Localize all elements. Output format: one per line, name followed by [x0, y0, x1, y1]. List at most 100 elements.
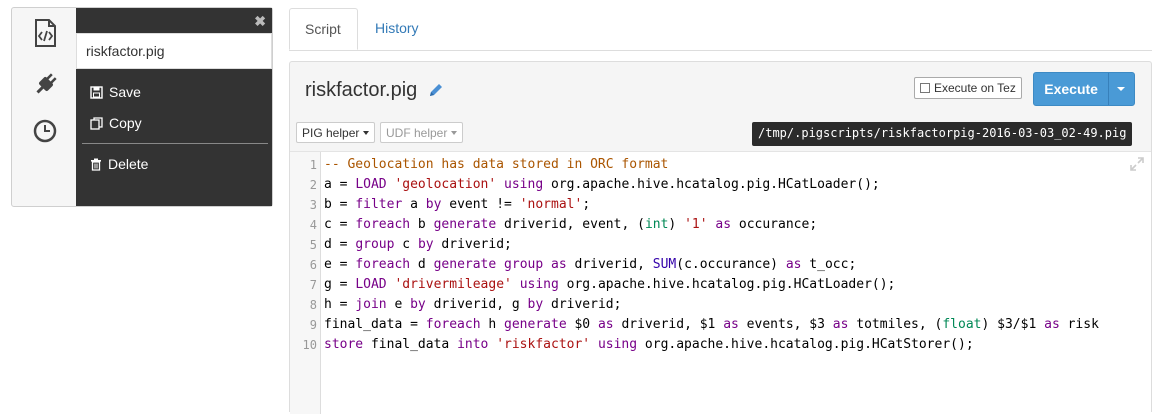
code-line[interactable]: h = join e by driverid, g by driverid;	[324, 295, 621, 315]
line-number: 2	[309, 178, 317, 192]
line-number: 8	[309, 298, 317, 312]
line-number: 7	[309, 278, 317, 292]
code-line[interactable]: store final_data into 'riskfactor' using…	[324, 335, 974, 355]
save-icon	[90, 85, 103, 99]
line-number: 10	[302, 338, 317, 352]
save-button[interactable]: Save	[90, 84, 141, 100]
copy-button[interactable]: Copy	[90, 115, 142, 131]
code-token: LOAD	[355, 277, 387, 292]
code-line[interactable]: e = foreach d generate group as driverid…	[324, 255, 856, 275]
code-token: generate	[433, 217, 497, 232]
file-actions-panel: ✖ riskfactor.pig Save Copy Delete	[76, 8, 272, 206]
line-number: 4	[309, 218, 317, 232]
execute-button-group: Execute	[1033, 72, 1135, 106]
code-token: as	[785, 257, 802, 272]
code-line[interactable]: d = group c by driverid;	[324, 235, 512, 255]
code-token: 'normal'	[519, 197, 583, 212]
code-token: as	[551, 257, 567, 272]
code-token: e	[386, 297, 411, 312]
code-token: org.apache.hive.hcatalog.pig.HCatStorer(…	[637, 337, 974, 352]
code-line[interactable]: g = LOAD 'drivermileage' using org.apach…	[324, 275, 895, 295]
code-token: group	[355, 237, 395, 252]
code-token: as	[1044, 317, 1060, 332]
code-line[interactable]: b = filter a by event != 'normal';	[324, 195, 590, 215]
plug-icon[interactable]	[32, 70, 58, 96]
code-token: a	[402, 197, 426, 212]
line-number: 9	[309, 318, 317, 332]
code-token: org.apache.hive.hcatalog.pig.HCatLoader(…	[558, 277, 896, 292]
code-token: event !=	[441, 197, 520, 212]
pencil-icon[interactable]	[428, 82, 444, 103]
code-token: int	[644, 217, 669, 232]
script-sidebar: ✖ riskfactor.pig Save Copy Delete	[11, 7, 273, 207]
fullscreen-expand-icon[interactable]	[1129, 156, 1145, 177]
delete-button[interactable]: Delete	[90, 156, 148, 172]
code-token: 'drivermileage'	[394, 277, 512, 292]
code-token: -- Geolocation has data stored in ORC fo…	[324, 157, 669, 172]
chevron-down-icon	[363, 130, 370, 135]
code-token: driverid, event, (	[496, 217, 645, 232]
execute-on-tez-checkbox[interactable]: Execute on Tez	[914, 77, 1022, 99]
code-token: driverid;	[543, 297, 622, 312]
code-token: events, $3	[738, 317, 833, 332]
execute-button[interactable]: Execute	[1034, 73, 1108, 105]
code-token: generate	[504, 317, 567, 332]
code-token: driverid,	[566, 257, 653, 272]
code-token: risk	[1059, 317, 1099, 332]
code-token: $0	[566, 317, 598, 332]
chevron-down-icon	[451, 130, 458, 135]
editor-tabs: Script History	[289, 8, 1152, 51]
code-line[interactable]: final_data = foreach h generate $0 as dr…	[324, 315, 1099, 335]
script-title: riskfactor.pig	[305, 79, 418, 101]
line-number: 3	[309, 198, 317, 212]
code-token: final_data =	[324, 317, 426, 332]
code-token: into	[457, 337, 489, 352]
code-token: float	[942, 317, 982, 332]
code-token: d =	[324, 237, 356, 252]
code-token: 'geolocation'	[394, 177, 497, 192]
code-token: as	[723, 317, 739, 332]
code-token: using	[519, 277, 559, 292]
line-number: 1	[309, 158, 317, 172]
code-editor[interactable]: 1 2 3 4 5 6 7 8 9 10 -- Geolocation has data stor…	[290, 151, 1151, 414]
udf-helper-label: UDF helper	[386, 125, 448, 140]
code-token: filter	[355, 197, 403, 212]
udf-helper-dropdown[interactable]: UDF helper	[380, 122, 464, 143]
code-token: totmiles, (	[848, 317, 943, 332]
execute-dropdown-toggle[interactable]	[1108, 73, 1134, 105]
code-line[interactable]: -- Geolocation has data stored in ORC fo…	[324, 155, 668, 175]
code-token: '1'	[684, 217, 708, 232]
code-token: d	[410, 257, 434, 272]
line-number: 5	[309, 238, 317, 252]
save-label: Save	[109, 84, 141, 100]
copy-label: Copy	[109, 115, 142, 131]
code-line[interactable]: c = foreach b generate driverid, event, …	[324, 215, 817, 235]
code-token: as	[597, 317, 614, 332]
close-icon[interactable]: ✖	[254, 13, 266, 30]
code-token: driverid, $1	[613, 317, 724, 332]
code-token: join	[355, 297, 387, 312]
code-token: by	[425, 197, 442, 212]
code-token: as	[832, 317, 849, 332]
filename-field[interactable]: riskfactor.pig	[76, 33, 272, 69]
tab-script[interactable]: Script	[289, 8, 358, 50]
tab-history[interactable]: History	[360, 8, 434, 50]
code-token: org.apache.hive.hcatalog.pig.HCatLoader(…	[543, 177, 880, 192]
code-token: by	[410, 297, 426, 312]
code-token: c =	[324, 217, 356, 232]
code-token: foreach	[355, 217, 411, 232]
trash-icon	[91, 158, 101, 171]
code-token: b =	[324, 197, 356, 212]
code-token: using	[504, 177, 544, 192]
code-token: generate	[433, 257, 497, 272]
clock-icon[interactable]	[32, 118, 58, 144]
code-token: a =	[324, 177, 356, 192]
code-token: c	[394, 237, 418, 252]
code-line[interactable]: a = LOAD 'geolocation' using org.apache.…	[324, 175, 880, 195]
code-token: by	[417, 237, 434, 252]
code-token: h =	[324, 297, 356, 312]
pig-helper-dropdown[interactable]: PIG helper	[296, 122, 376, 143]
execute-on-tez-label: Execute on Tez	[934, 81, 1016, 95]
code-file-icon[interactable]	[32, 19, 58, 47]
